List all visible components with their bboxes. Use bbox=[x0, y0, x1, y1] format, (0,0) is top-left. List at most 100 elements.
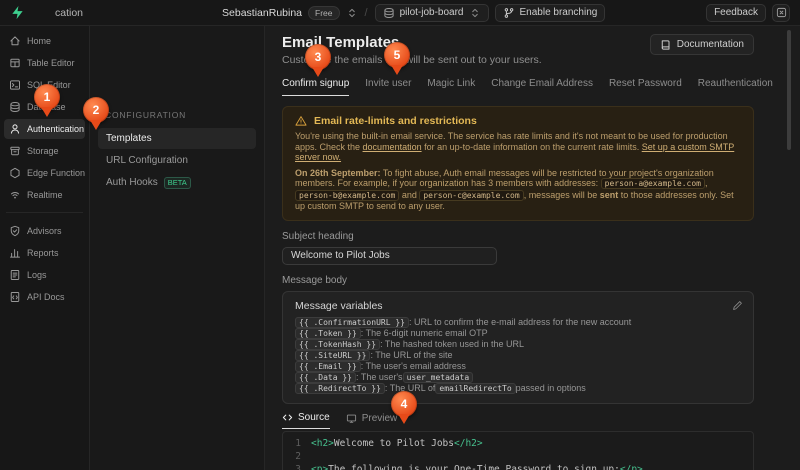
subject-heading-label: Subject heading bbox=[282, 230, 354, 242]
tab-source[interactable]: Source bbox=[282, 412, 330, 429]
sidebar-item-edge-functions[interactable]: Edge Functions bbox=[4, 163, 85, 183]
warning-text: , messages will be bbox=[523, 189, 600, 200]
project-name: pilot-job-board bbox=[399, 7, 464, 18]
source-code-editor[interactable]: 1 <h2>Welcome to Pilot Jobs</h2> 2 3 <p>… bbox=[282, 430, 754, 470]
warning-emphasis: sent bbox=[599, 189, 619, 200]
subnav-item-auth-hooks[interactable]: Auth Hooks BETA bbox=[98, 172, 256, 193]
sidebar-item-label: Table Editor bbox=[27, 58, 75, 68]
sidebar-item-home[interactable]: Home bbox=[4, 31, 85, 51]
variable-description: : The URL of bbox=[384, 383, 436, 393]
line-number: 2 bbox=[295, 450, 301, 462]
variable-row: {{ .SiteURL }} : The URL of the site bbox=[295, 349, 741, 361]
email-chip: person-a@example.com bbox=[600, 178, 705, 189]
broadcast-icon bbox=[9, 189, 21, 201]
tab-preview-label: Preview bbox=[361, 412, 398, 424]
enable-branching-label: Enable branching bbox=[519, 7, 598, 18]
subnav-item-label: URL Configuration bbox=[106, 155, 188, 166]
subnav-item-url-configuration[interactable]: URL Configuration bbox=[98, 150, 256, 171]
variable-row: {{ .Token }} : The 6-digit numeric email… bbox=[295, 327, 741, 339]
variable-row: {{ .Email }} : The user's email address bbox=[295, 360, 741, 372]
sidebar-item-label: Logs bbox=[27, 270, 47, 280]
org-name: SebastianRubina bbox=[222, 6, 303, 19]
line-number: 1 bbox=[295, 437, 301, 449]
documentation-link[interactable]: documentation bbox=[363, 142, 422, 152]
editor-tabs: Source Preview bbox=[282, 412, 754, 429]
file-text-icon bbox=[9, 269, 21, 281]
code-tag: <h2> bbox=[311, 437, 334, 449]
sidebar-item-label: Reports bbox=[27, 248, 59, 258]
annotation-pin-5: 5 bbox=[384, 42, 410, 75]
database-icon bbox=[383, 7, 395, 19]
variable-description: : The hashed token used in the URL bbox=[380, 339, 524, 349]
sidebar-item-authentication[interactable]: Authentication bbox=[4, 119, 85, 139]
warning-paragraph-2: On 26th September: To fight abuse, Auth … bbox=[295, 168, 741, 212]
annotation-pin-1: 1 bbox=[34, 84, 60, 117]
edit-icon[interactable] bbox=[732, 300, 743, 311]
message-body-label: Message body bbox=[282, 274, 348, 286]
enable-branching-button[interactable]: Enable branching bbox=[494, 3, 606, 22]
variable-row: {{ .RedirectTo }} : The URL of emailRedi… bbox=[295, 382, 741, 394]
variable-code: {{ .RedirectTo }} bbox=[295, 382, 385, 394]
beta-badge: BETA bbox=[163, 176, 191, 189]
feedback-button[interactable]: Feedback bbox=[706, 3, 766, 22]
tab-confirm-signup[interactable]: Confirm signup bbox=[282, 78, 350, 96]
subnav-section-header: CONFIGURATION bbox=[105, 110, 187, 120]
variable-description: : The 6-digit numeric email OTP bbox=[360, 328, 488, 338]
code-line: 1 <h2>Welcome to Pilot Jobs</h2> bbox=[283, 437, 753, 450]
template-tabs: Confirm signup Invite user Magic Link Ch… bbox=[282, 78, 773, 96]
variable-description: : URL to confirm the e-mail address for … bbox=[408, 317, 632, 327]
variable-code: {{ .Token }} bbox=[295, 327, 361, 339]
supabase-logo-icon[interactable] bbox=[10, 5, 25, 20]
database-icon bbox=[9, 101, 21, 113]
breadcrumb-separator: / bbox=[364, 6, 368, 19]
sidebar-item-logs[interactable]: Logs bbox=[4, 265, 85, 285]
home-icon bbox=[9, 35, 21, 47]
book-icon bbox=[660, 39, 672, 51]
auth-subnav: CONFIGURATION Templates URL Configuratio… bbox=[90, 26, 265, 470]
tab-reset-password[interactable]: Reset Password bbox=[609, 78, 682, 96]
x-square-icon[interactable] bbox=[772, 3, 790, 22]
variable-code: {{ .SiteURL }} bbox=[295, 349, 371, 361]
sidebar-item-label: API Docs bbox=[27, 292, 65, 302]
brand-text: cation bbox=[55, 6, 84, 19]
org-switcher[interactable]: SebastianRubina Free bbox=[222, 5, 358, 20]
tab-source-label: Source bbox=[298, 411, 330, 423]
code-tag: </h2> bbox=[454, 437, 483, 449]
sidebar-item-label: Authentication bbox=[27, 124, 85, 134]
tab-change-email-address[interactable]: Change Email Address bbox=[491, 78, 593, 96]
bar-chart-icon bbox=[9, 247, 21, 259]
sidebar-divider bbox=[6, 212, 83, 213]
variable-row: {{ .TokenHash }} : The hashed token used… bbox=[295, 338, 741, 350]
chevrons-sort-icon bbox=[346, 7, 358, 19]
sidebar-item-realtime[interactable]: Realtime bbox=[4, 185, 85, 205]
subnav-item-label: Auth Hooks bbox=[106, 177, 158, 188]
tab-preview[interactable]: Preview bbox=[346, 412, 398, 429]
line-number: 3 bbox=[295, 463, 301, 470]
file-code-icon bbox=[9, 291, 21, 303]
branch-icon bbox=[503, 7, 515, 19]
variable-inline-code: user_metadata bbox=[402, 371, 474, 383]
subject-input[interactable] bbox=[282, 246, 497, 265]
tab-reauthentication[interactable]: Reauthentication bbox=[698, 78, 773, 96]
sidebar-item-label: Advisors bbox=[27, 226, 62, 236]
subnav-item-templates[interactable]: Templates bbox=[98, 128, 256, 149]
variable-description: : The user's bbox=[355, 372, 403, 382]
sidebar-item-reports[interactable]: Reports bbox=[4, 243, 85, 263]
sidebar-item-table-editor[interactable]: Table Editor bbox=[4, 53, 85, 73]
tab-invite-user[interactable]: Invite user bbox=[365, 78, 411, 96]
sidebar-item-api-docs[interactable]: API Docs bbox=[4, 287, 85, 307]
tab-magic-link[interactable]: Magic Link bbox=[427, 78, 475, 96]
sidebar-item-storage[interactable]: Storage bbox=[4, 141, 85, 161]
documentation-button[interactable]: Documentation bbox=[649, 34, 754, 55]
code-text: Welcome to Pilot Jobs bbox=[333, 437, 454, 449]
message-variables-panel: Message variables {{ .ConfirmationURL }}… bbox=[282, 290, 754, 404]
project-switcher[interactable]: pilot-job-board bbox=[374, 3, 489, 22]
main-content: Email Templates Customize the emails tha… bbox=[265, 26, 800, 470]
page-scrollbar[interactable] bbox=[787, 30, 791, 150]
annotation-pin-2: 2 bbox=[83, 97, 109, 130]
code-tag: <p> bbox=[311, 463, 329, 470]
code-line: 2 bbox=[283, 450, 753, 463]
terminal-icon bbox=[9, 79, 21, 91]
warning-text: and bbox=[399, 189, 420, 200]
sidebar-item-advisors[interactable]: Advisors bbox=[4, 221, 85, 241]
